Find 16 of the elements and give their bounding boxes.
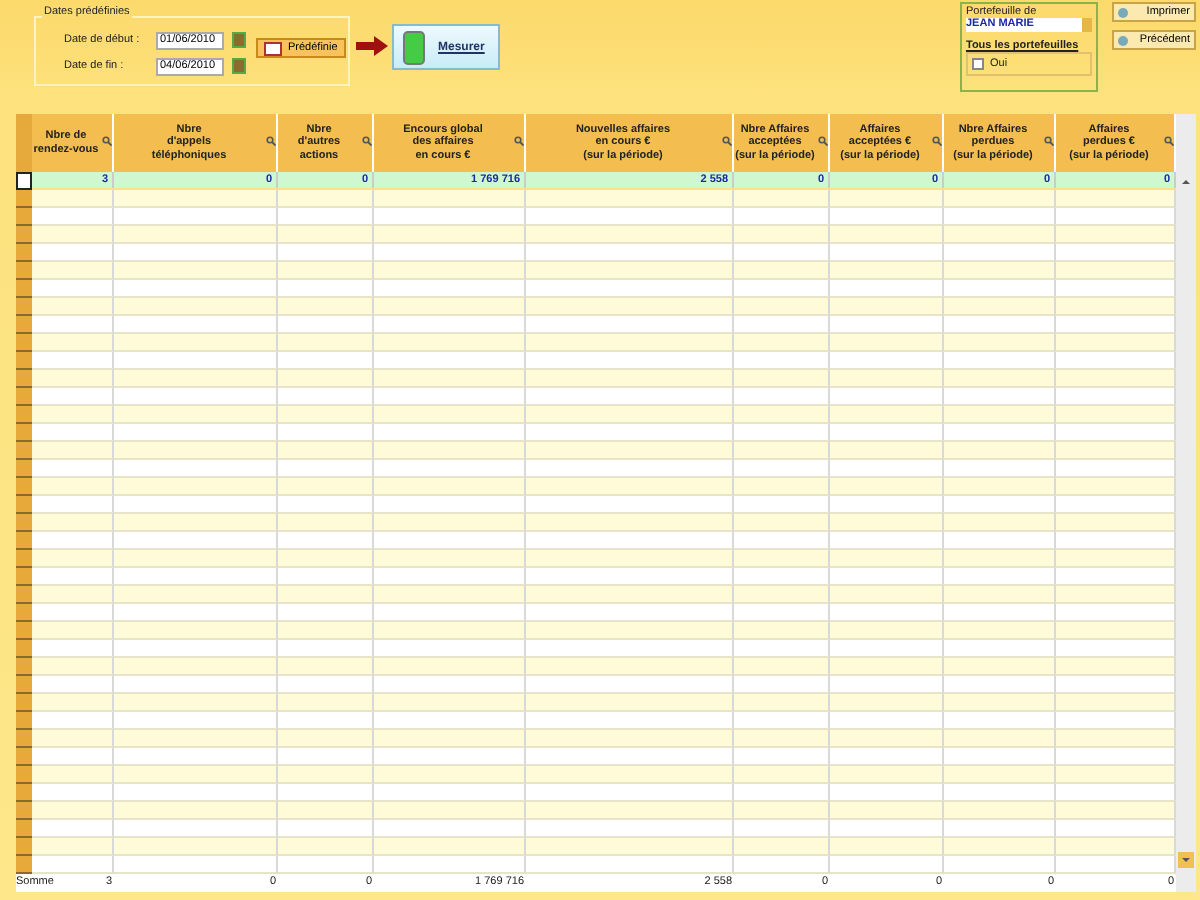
corner-cell — [16, 114, 32, 172]
down-arrow-icon[interactable] — [1178, 852, 1194, 868]
search-icon[interactable] — [361, 136, 371, 146]
search-icon[interactable] — [931, 136, 941, 146]
arrow-icon — [356, 36, 388, 56]
search-icon[interactable] — [1163, 136, 1173, 146]
search-icon[interactable] — [721, 136, 731, 146]
search-icon[interactable] — [1043, 136, 1053, 146]
battery-icon — [402, 29, 426, 65]
scrollbar[interactable] — [1176, 114, 1196, 892]
row-selector[interactable] — [16, 172, 32, 190]
search-icon[interactable] — [817, 136, 827, 146]
search-icon[interactable] — [101, 136, 111, 146]
search-icon[interactable] — [513, 136, 523, 146]
up-arrow-icon[interactable] — [1178, 174, 1194, 190]
search-icon[interactable] — [265, 136, 275, 146]
